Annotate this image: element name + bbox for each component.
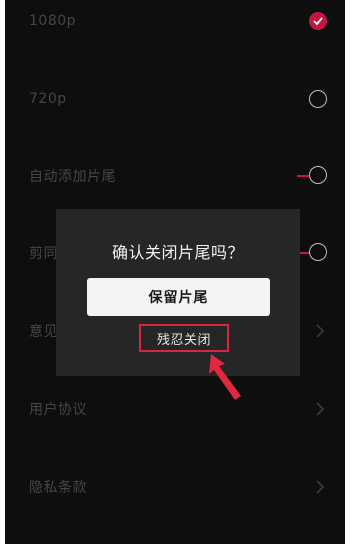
resolution-720p-row[interactable]: 720p	[5, 84, 345, 114]
auto-add-ending-row[interactable]: 自动添加片尾	[5, 161, 345, 191]
user-agreement-row[interactable]: 用户协议	[5, 394, 345, 424]
check-icon[interactable]	[309, 12, 327, 30]
user-agreement-label: 用户协议	[29, 402, 87, 418]
auto-add-ending-label: 自动添加片尾	[29, 169, 116, 185]
chevron-right-icon	[316, 480, 325, 494]
confirm-close-button[interactable]: 残忍关闭	[139, 324, 229, 352]
red-arrow-icon	[209, 354, 241, 400]
privacy-terms-label: 隐私条款	[29, 480, 87, 496]
chevron-right-icon	[316, 324, 325, 338]
toggle-knob	[309, 243, 327, 261]
settings-screen: 1080p 720p 自动添加片尾 剪同 意见 用户协议 隐私条款 确认关闭片尾…	[5, 0, 345, 544]
auto-add-ending-toggle[interactable]	[297, 166, 327, 186]
resolution-1080p-label: 1080p	[29, 13, 77, 29]
privacy-terms-row[interactable]: 隐私条款	[5, 472, 345, 502]
dialog-title: 确认关闭片尾吗？	[111, 243, 244, 262]
feedback-label: 意见	[29, 324, 58, 340]
radio-circle-icon[interactable]	[309, 90, 327, 108]
keep-ending-button[interactable]: 保留片尾	[87, 278, 270, 316]
confirm-close-ending-dialog: 确认关闭片尾吗？ 保留片尾 残忍关闭	[56, 209, 300, 376]
toggle-knob	[309, 166, 327, 184]
clip-same-toggle[interactable]	[297, 243, 327, 263]
check-mark-icon	[313, 17, 323, 25]
clip-same-label: 剪同	[29, 246, 58, 262]
resolution-1080p-row[interactable]: 1080p	[5, 6, 345, 36]
chevron-right-icon	[316, 402, 325, 416]
resolution-720p-label: 720p	[29, 91, 67, 107]
